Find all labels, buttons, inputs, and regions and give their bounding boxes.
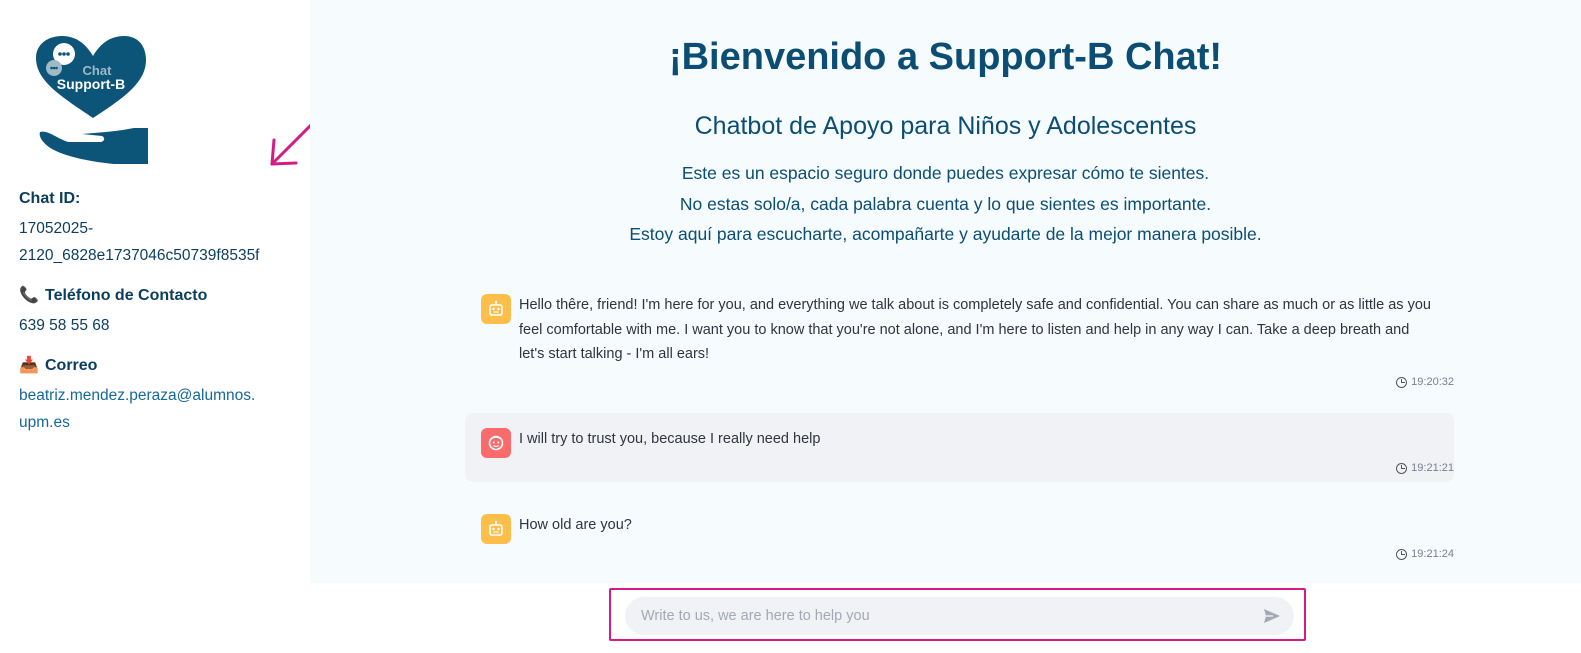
chat-id-label: Chat ID:	[19, 190, 81, 207]
email-label: Correo	[45, 357, 98, 374]
message-time: 19:21:21	[1411, 462, 1454, 474]
message-time: 19:21:24	[1411, 548, 1454, 560]
phone-label: Teléfono de Contacto	[45, 287, 208, 304]
phone-heading: 📞 Teléfono de Contacto	[19, 285, 289, 307]
support-b-logo: Chat Support-B	[36, 36, 148, 164]
chat-message-user: I will try to trust you, because I reall…	[465, 413, 1454, 482]
intro-text: Este es un espacio seguro donde puedes e…	[310, 158, 1581, 250]
phone-section: 📞 Teléfono de Contacto 639 58 55 68	[19, 285, 289, 339]
message-timestamp: 19:21:24	[1396, 548, 1454, 560]
email-link[interactable]: beatriz.mendez.peraza@alumnos. upm.es	[19, 382, 289, 436]
bot-avatar-icon	[481, 294, 511, 324]
chat-id-section: Chat ID: 17052025- 2120_6828e1737046c507…	[19, 188, 289, 269]
logo-text-line2: Support-B	[57, 76, 125, 92]
send-icon[interactable]	[1262, 606, 1282, 626]
page-subtitle: Chatbot de Apoyo para Niños y Adolescent…	[694, 112, 1197, 140]
message-text: How old are you?	[519, 517, 632, 533]
bot-avatar-icon	[481, 514, 511, 544]
message-timestamp: 19:20:32	[1396, 376, 1454, 388]
message-time: 19:20:32	[1411, 376, 1454, 388]
email-heading: 📥 Correo	[19, 355, 289, 377]
message-timestamp: 19:21:21	[1396, 462, 1454, 474]
intro-line: No estas solo/a, cada palabra cuenta y l…	[679, 193, 1212, 214]
message-text: Hello thêre, friend! I'm here for you, a…	[519, 297, 1431, 362]
chat-id-value-line1: 17052025-	[19, 220, 94, 237]
page-title: ¡Bienvenido a Support-B Chat!	[668, 36, 1223, 78]
chat-id-value-line2: 2120_6828e1737046c50739f8535f	[19, 247, 260, 264]
chat-message-assistant: How old are you? 19:21:24	[465, 500, 1454, 566]
inbox-icon: 📥	[19, 357, 39, 374]
clock-icon	[1396, 462, 1408, 474]
chat-input[interactable]	[641, 597, 1241, 635]
phone-icon: 📞	[19, 287, 39, 304]
email-value-line1: beatriz.mendez.peraza@alumnos.	[19, 387, 256, 404]
main-panel: ¡Bienvenido a Support-B Chat! Chatbot de…	[310, 0, 1581, 583]
email-section: 📥 Correo beatriz.mendez.peraza@alumnos. …	[19, 355, 289, 436]
message-text: I will try to trust you, because I reall…	[519, 431, 821, 447]
email-value-line2: upm.es	[19, 414, 70, 431]
intro-line: Estoy aquí para escucharte, acompañarte …	[629, 224, 1262, 244]
phone-value: 639 58 55 68	[19, 317, 110, 334]
clock-icon	[1396, 548, 1408, 560]
intro-line: Este es un espacio seguro donde puedes e…	[681, 163, 1210, 183]
chat-input-container	[625, 597, 1294, 635]
clock-icon	[1396, 376, 1408, 388]
chat-message-assistant: Hello thêre, friend! I'm here for you, a…	[465, 282, 1454, 392]
user-avatar-icon	[481, 428, 511, 458]
